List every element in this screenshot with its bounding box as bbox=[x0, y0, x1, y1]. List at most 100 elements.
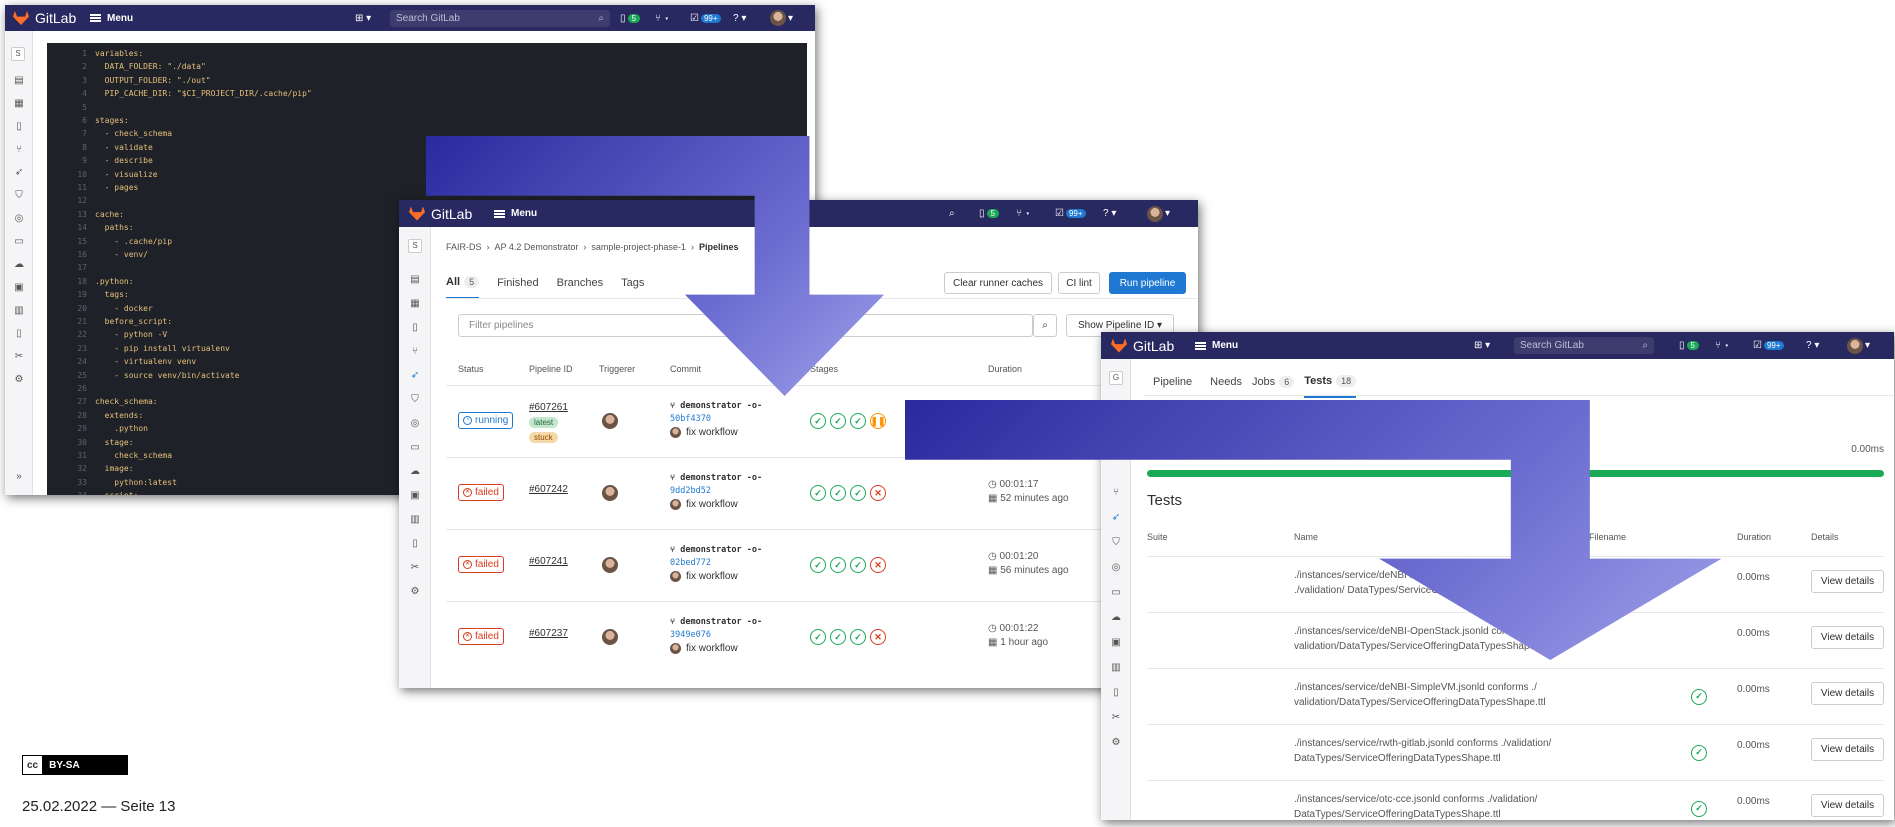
analytics-icon[interactable]: ▥ bbox=[1110, 662, 1122, 674]
commit-sha-link[interactable]: 50bf4370 bbox=[670, 414, 762, 424]
tab-tags[interactable]: Tags bbox=[621, 276, 644, 299]
issues-icon[interactable]: ▯ 5 bbox=[979, 208, 999, 219]
commit-message[interactable]: fix workflow bbox=[686, 499, 738, 510]
status-badge[interactable]: ◔ running bbox=[458, 412, 514, 429]
triggerer-avatar[interactable] bbox=[602, 413, 618, 429]
breadcrumb-item[interactable]: FAIR-DS bbox=[446, 242, 482, 252]
pipeline-id-link[interactable]: #607242 bbox=[529, 484, 568, 495]
cloud-icon[interactable]: ☁ bbox=[409, 466, 421, 478]
branch-link[interactable]: ⑂ demonstrator -o- bbox=[670, 401, 762, 411]
wiki-icon[interactable]: ▯ bbox=[13, 328, 25, 340]
merge-requests-icon[interactable]: ⑂ ▾ bbox=[655, 13, 670, 24]
search-input[interactable]: Search GitLab ⌕ bbox=[1514, 337, 1654, 354]
snippets-icon[interactable]: ✂ bbox=[1110, 712, 1122, 724]
snippets-icon[interactable]: ✂ bbox=[409, 562, 421, 574]
stage-passed-icon[interactable]: ✓ bbox=[810, 557, 826, 573]
monitor-icon[interactable]: ▭ bbox=[13, 236, 25, 248]
menu-button[interactable]: Menu bbox=[494, 208, 537, 219]
file-icon[interactable]: ▦ bbox=[13, 98, 25, 110]
rocket-icon[interactable]: ➶ bbox=[1110, 512, 1122, 524]
cloud-icon[interactable]: ☁ bbox=[1110, 612, 1122, 624]
help-icon[interactable]: ? ▾ bbox=[733, 13, 746, 24]
commit-sha-link[interactable]: 02bed772 bbox=[670, 558, 762, 568]
user-avatar[interactable]: ▾ bbox=[770, 10, 793, 26]
wiki-icon[interactable]: ▯ bbox=[409, 538, 421, 550]
stage-failed-icon[interactable]: ✕ bbox=[870, 629, 886, 645]
menu-button[interactable]: Menu bbox=[90, 13, 133, 24]
create-new-icon[interactable]: ⊞ ▾ bbox=[355, 13, 371, 24]
gitlab-logo[interactable]: GitLab bbox=[409, 206, 472, 222]
tab-branches[interactable]: Branches bbox=[557, 276, 603, 299]
pipeline-id-link[interactable]: #607261 bbox=[529, 402, 568, 413]
merge-request-sidebar-icon[interactable]: ⑂ bbox=[409, 346, 421, 358]
shield-icon[interactable]: ⛉ bbox=[409, 394, 421, 406]
shield-icon[interactable]: ⛉ bbox=[13, 190, 25, 202]
create-new-icon[interactable]: ⊞ ▾ bbox=[1474, 340, 1490, 351]
package-icon[interactable]: ▣ bbox=[13, 282, 25, 294]
deploy-icon[interactable]: ◎ bbox=[1110, 562, 1122, 574]
settings-icon[interactable]: ⚙ bbox=[1110, 737, 1122, 749]
view-details-button[interactable]: View details bbox=[1811, 794, 1884, 817]
stage-failed-icon[interactable]: ✕ bbox=[870, 485, 886, 501]
gitlab-logo[interactable]: GitLab bbox=[13, 10, 76, 26]
monitor-icon[interactable]: ▭ bbox=[409, 442, 421, 454]
ci-lint-button[interactable]: CI lint bbox=[1058, 272, 1100, 294]
settings-icon[interactable]: ⚙ bbox=[13, 374, 25, 386]
merge-requests-icon[interactable]: ⑂ ▾ bbox=[1715, 340, 1730, 351]
triggerer-avatar[interactable] bbox=[602, 629, 618, 645]
package-icon[interactable]: ▣ bbox=[1110, 637, 1122, 649]
view-details-button[interactable]: View details bbox=[1811, 570, 1884, 593]
collapse-sidebar-icon[interactable]: » bbox=[13, 471, 25, 483]
merge-request-sidebar-icon[interactable]: ⑂ bbox=[13, 144, 25, 156]
analytics-icon[interactable]: ▥ bbox=[13, 305, 25, 317]
package-icon[interactable]: ▣ bbox=[409, 490, 421, 502]
commit-message[interactable]: fix workflow bbox=[686, 427, 738, 438]
search-icon[interactable]: ⌕ bbox=[949, 208, 955, 219]
commit-message[interactable]: fix workflow bbox=[686, 643, 738, 654]
commit-sha-link[interactable]: 9dd2bd52 bbox=[670, 486, 762, 496]
triggerer-avatar[interactable] bbox=[602, 557, 618, 573]
stage-passed-icon[interactable]: ✓ bbox=[810, 485, 826, 501]
run-pipeline-button[interactable]: Run pipeline bbox=[1109, 272, 1186, 294]
merge-requests-icon[interactable]: ⑂ ▾ bbox=[1016, 208, 1031, 219]
stage-passed-icon[interactable]: ✓ bbox=[830, 485, 846, 501]
stage-paused-icon[interactable]: ❚❚ bbox=[870, 413, 886, 429]
pipeline-id-link[interactable]: #607241 bbox=[529, 556, 568, 567]
pipeline-id-link[interactable]: #607237 bbox=[529, 628, 568, 639]
rocket-icon[interactable]: ➶ bbox=[409, 370, 421, 382]
stage-passed-icon[interactable]: ✓ bbox=[830, 557, 846, 573]
help-icon[interactable]: ? ▾ bbox=[1103, 208, 1116, 219]
snippets-icon[interactable]: ✂ bbox=[13, 351, 25, 363]
tab-all[interactable]: All 5 bbox=[446, 276, 480, 299]
view-details-button[interactable]: View details bbox=[1811, 738, 1884, 761]
project-avatar[interactable]: S bbox=[11, 47, 25, 61]
stage-passed-icon[interactable]: ✓ bbox=[830, 413, 846, 429]
stage-passed-icon[interactable]: ✓ bbox=[810, 413, 826, 429]
clear-runner-caches-button[interactable]: Clear runner caches bbox=[944, 272, 1052, 294]
shield-icon[interactable]: ⛉ bbox=[1110, 537, 1122, 549]
project-avatar[interactable]: S bbox=[408, 239, 422, 253]
view-details-button[interactable]: View details bbox=[1811, 626, 1884, 649]
status-badge[interactable]: ✕ failed bbox=[458, 628, 504, 645]
settings-icon[interactable]: ⚙ bbox=[409, 586, 421, 598]
stage-failed-icon[interactable]: ✕ bbox=[870, 557, 886, 573]
issues-sidebar-icon[interactable]: ▯ bbox=[13, 121, 25, 133]
branch-link[interactable]: ⑂ demonstrator -o- bbox=[670, 473, 762, 483]
view-details-button[interactable]: View details bbox=[1811, 682, 1884, 705]
commit-message[interactable]: fix workflow bbox=[686, 571, 738, 582]
search-input[interactable]: Search GitLab ⌕ bbox=[390, 10, 610, 27]
file-icon[interactable]: ▦ bbox=[409, 298, 421, 310]
tab-finished[interactable]: Finished bbox=[497, 276, 539, 299]
todos-icon[interactable]: ☑ 99+ bbox=[1753, 340, 1784, 351]
project-avatar[interactable]: G bbox=[1109, 371, 1123, 385]
search-submit-button[interactable]: ⌕ bbox=[1033, 314, 1057, 337]
gitlab-logo[interactable]: GitLab bbox=[1111, 338, 1174, 354]
breadcrumb-item[interactable]: AP 4.2 Demonstrator bbox=[495, 242, 579, 252]
todos-icon[interactable]: ☑ 99+ bbox=[690, 13, 721, 24]
rocket-icon[interactable]: ➶ bbox=[13, 167, 25, 179]
user-avatar[interactable]: ▾ bbox=[1147, 205, 1170, 222]
stage-passed-icon[interactable]: ✓ bbox=[850, 485, 866, 501]
deploy-icon[interactable]: ◎ bbox=[409, 418, 421, 430]
issues-icon[interactable]: ▯ 5 bbox=[620, 13, 640, 24]
breadcrumb-item[interactable]: sample-project-phase-1 bbox=[591, 242, 686, 252]
